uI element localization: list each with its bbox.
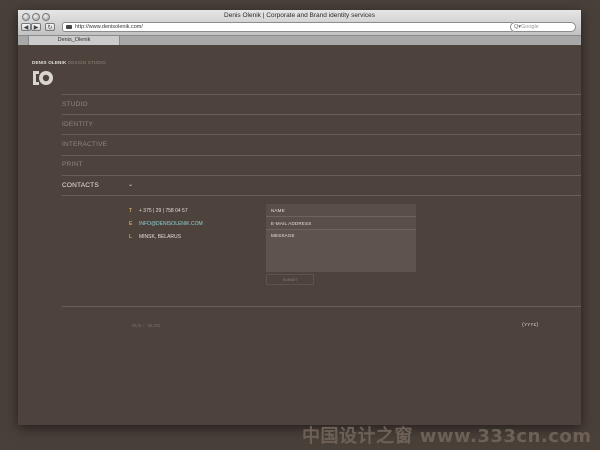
footer-credit[interactable]: (ʏʏʏɛ) [522,322,539,328]
back-button[interactable]: ◀ [21,23,31,31]
nav-divider [62,175,581,176]
email-letter: E [129,221,133,227]
footer-separator: / [143,323,145,328]
location-value: MINSK, BELARUS [139,234,181,240]
nav-studio[interactable]: STUDIO [62,101,88,108]
nav-interactive[interactable]: INTERACTIVE [62,141,107,148]
search-icon: Q▾ [514,24,522,30]
footer-lang-link[interactable]: RUS [132,323,142,328]
address-text: http://www.denisolenik.com/ [75,24,143,30]
nav-print[interactable]: PRINT [62,161,83,168]
nav-divider [62,114,581,115]
phone-letter: T [129,208,133,214]
logo-wordmark: DENIS OLENIK DESIGN STUDIO [32,60,106,65]
footer-blog-link[interactable]: BLOG [148,323,161,328]
email-link[interactable]: INFO@DENISOLENIK.COM [139,221,203,227]
nav-contacts[interactable]: CONTACTS [62,182,99,189]
tab-denis-olenik[interactable]: Denis_Olenik [28,36,120,45]
browser-window: Denis Olenik | Corporate and Brand ident… [18,10,581,425]
logo-mark-icon[interactable] [32,69,54,87]
favicon-icon [66,25,72,29]
search-placeholder: Google [521,24,539,30]
submit-button[interactable]: SUBMIT [266,274,314,285]
phone-value: + 375 | 29 | 758 04 57 [139,208,188,214]
message-field[interactable]: MESSAGE [266,230,416,272]
forward-button[interactable]: ▶ [31,23,41,31]
nav-divider [62,134,581,135]
address-bar[interactable]: http://www.denisolenik.com/ [62,22,514,32]
location-letter: L [129,234,133,240]
nav-divider [62,155,581,156]
logo-studio: DESIGN STUDIO [67,60,106,65]
logo-name: DENIS OLENIK [32,60,67,65]
nav-divider [62,94,581,95]
nav-identity[interactable]: IDENTITY [62,121,93,128]
footer-divider [62,306,581,307]
email-field[interactable]: E-MAIL ADDRESS [266,217,416,230]
watermark: 中国设计之窗 www.333cn.com [302,426,592,447]
window-title: Denis Olenik | Corporate and Brand ident… [224,12,375,19]
name-field[interactable]: NAME [266,204,416,217]
tab-strip: Denis_Olenik [18,35,581,45]
reload-button[interactable]: ↻ [45,23,55,31]
search-field[interactable]: Q▾ Google [510,22,576,32]
nav-divider [62,195,581,196]
chevron-down-icon[interactable]: ⌄ [128,181,133,188]
